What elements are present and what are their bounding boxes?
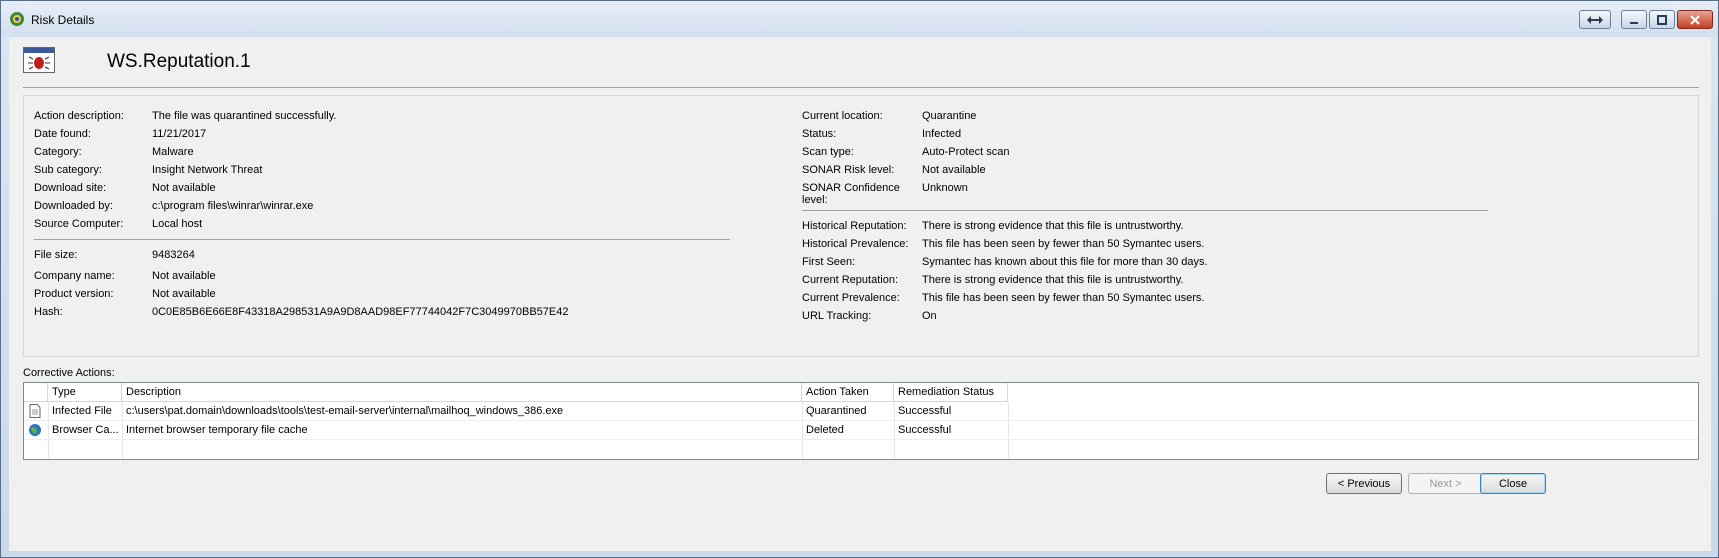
dialog-content: WS.Reputation.1 Action description: The …	[9, 37, 1711, 551]
close-icon	[1690, 14, 1700, 25]
title-bar[interactable]: Risk Details	[1, 1, 1718, 37]
header-divider	[23, 87, 1699, 88]
column-header-type[interactable]: Type	[48, 383, 122, 402]
window-title: Risk Details	[31, 13, 95, 27]
corrective-actions-table[interactable]: Type Description Action Taken Remediatio…	[23, 382, 1699, 460]
restore-size-button[interactable]	[1579, 10, 1611, 29]
column-header-action-taken[interactable]: Action Taken	[802, 383, 894, 402]
maximize-button[interactable]	[1649, 10, 1675, 29]
arrows-icon	[1587, 15, 1603, 24]
previous-button[interactable]: < Previous	[1326, 473, 1402, 494]
column-header-icon[interactable]	[24, 383, 48, 402]
corrective-actions-label: Corrective Actions:	[23, 367, 115, 379]
file-icon	[29, 404, 41, 418]
table-row[interactable]: Browser Ca... Internet browser temporary…	[24, 421, 1698, 440]
risk-details-window: Risk Details WS.Reputation.1 Action desc…	[0, 0, 1719, 558]
risk-details-panel: Action description: The file was quarant…	[23, 95, 1699, 357]
left-divider	[34, 239, 730, 240]
maximize-icon	[1657, 14, 1667, 25]
risk-name-title: WS.Reputation.1	[107, 51, 251, 72]
close-button[interactable]: Close	[1480, 473, 1546, 494]
right-divider	[802, 210, 1488, 211]
table-row[interactable]: Infected File c:\users\pat.domain\downlo…	[24, 402, 1698, 421]
threat-bug-icon	[23, 47, 55, 73]
column-header-remediation-status[interactable]: Remediation Status	[894, 383, 1008, 402]
next-button[interactable]: Next >	[1408, 473, 1483, 494]
minimize-icon	[1630, 21, 1638, 24]
globe-icon	[29, 424, 41, 436]
minimize-button[interactable]	[1621, 10, 1647, 29]
column-header-description[interactable]: Description	[122, 383, 802, 402]
symantec-app-icon	[10, 12, 24, 26]
close-window-button[interactable]	[1677, 10, 1713, 29]
